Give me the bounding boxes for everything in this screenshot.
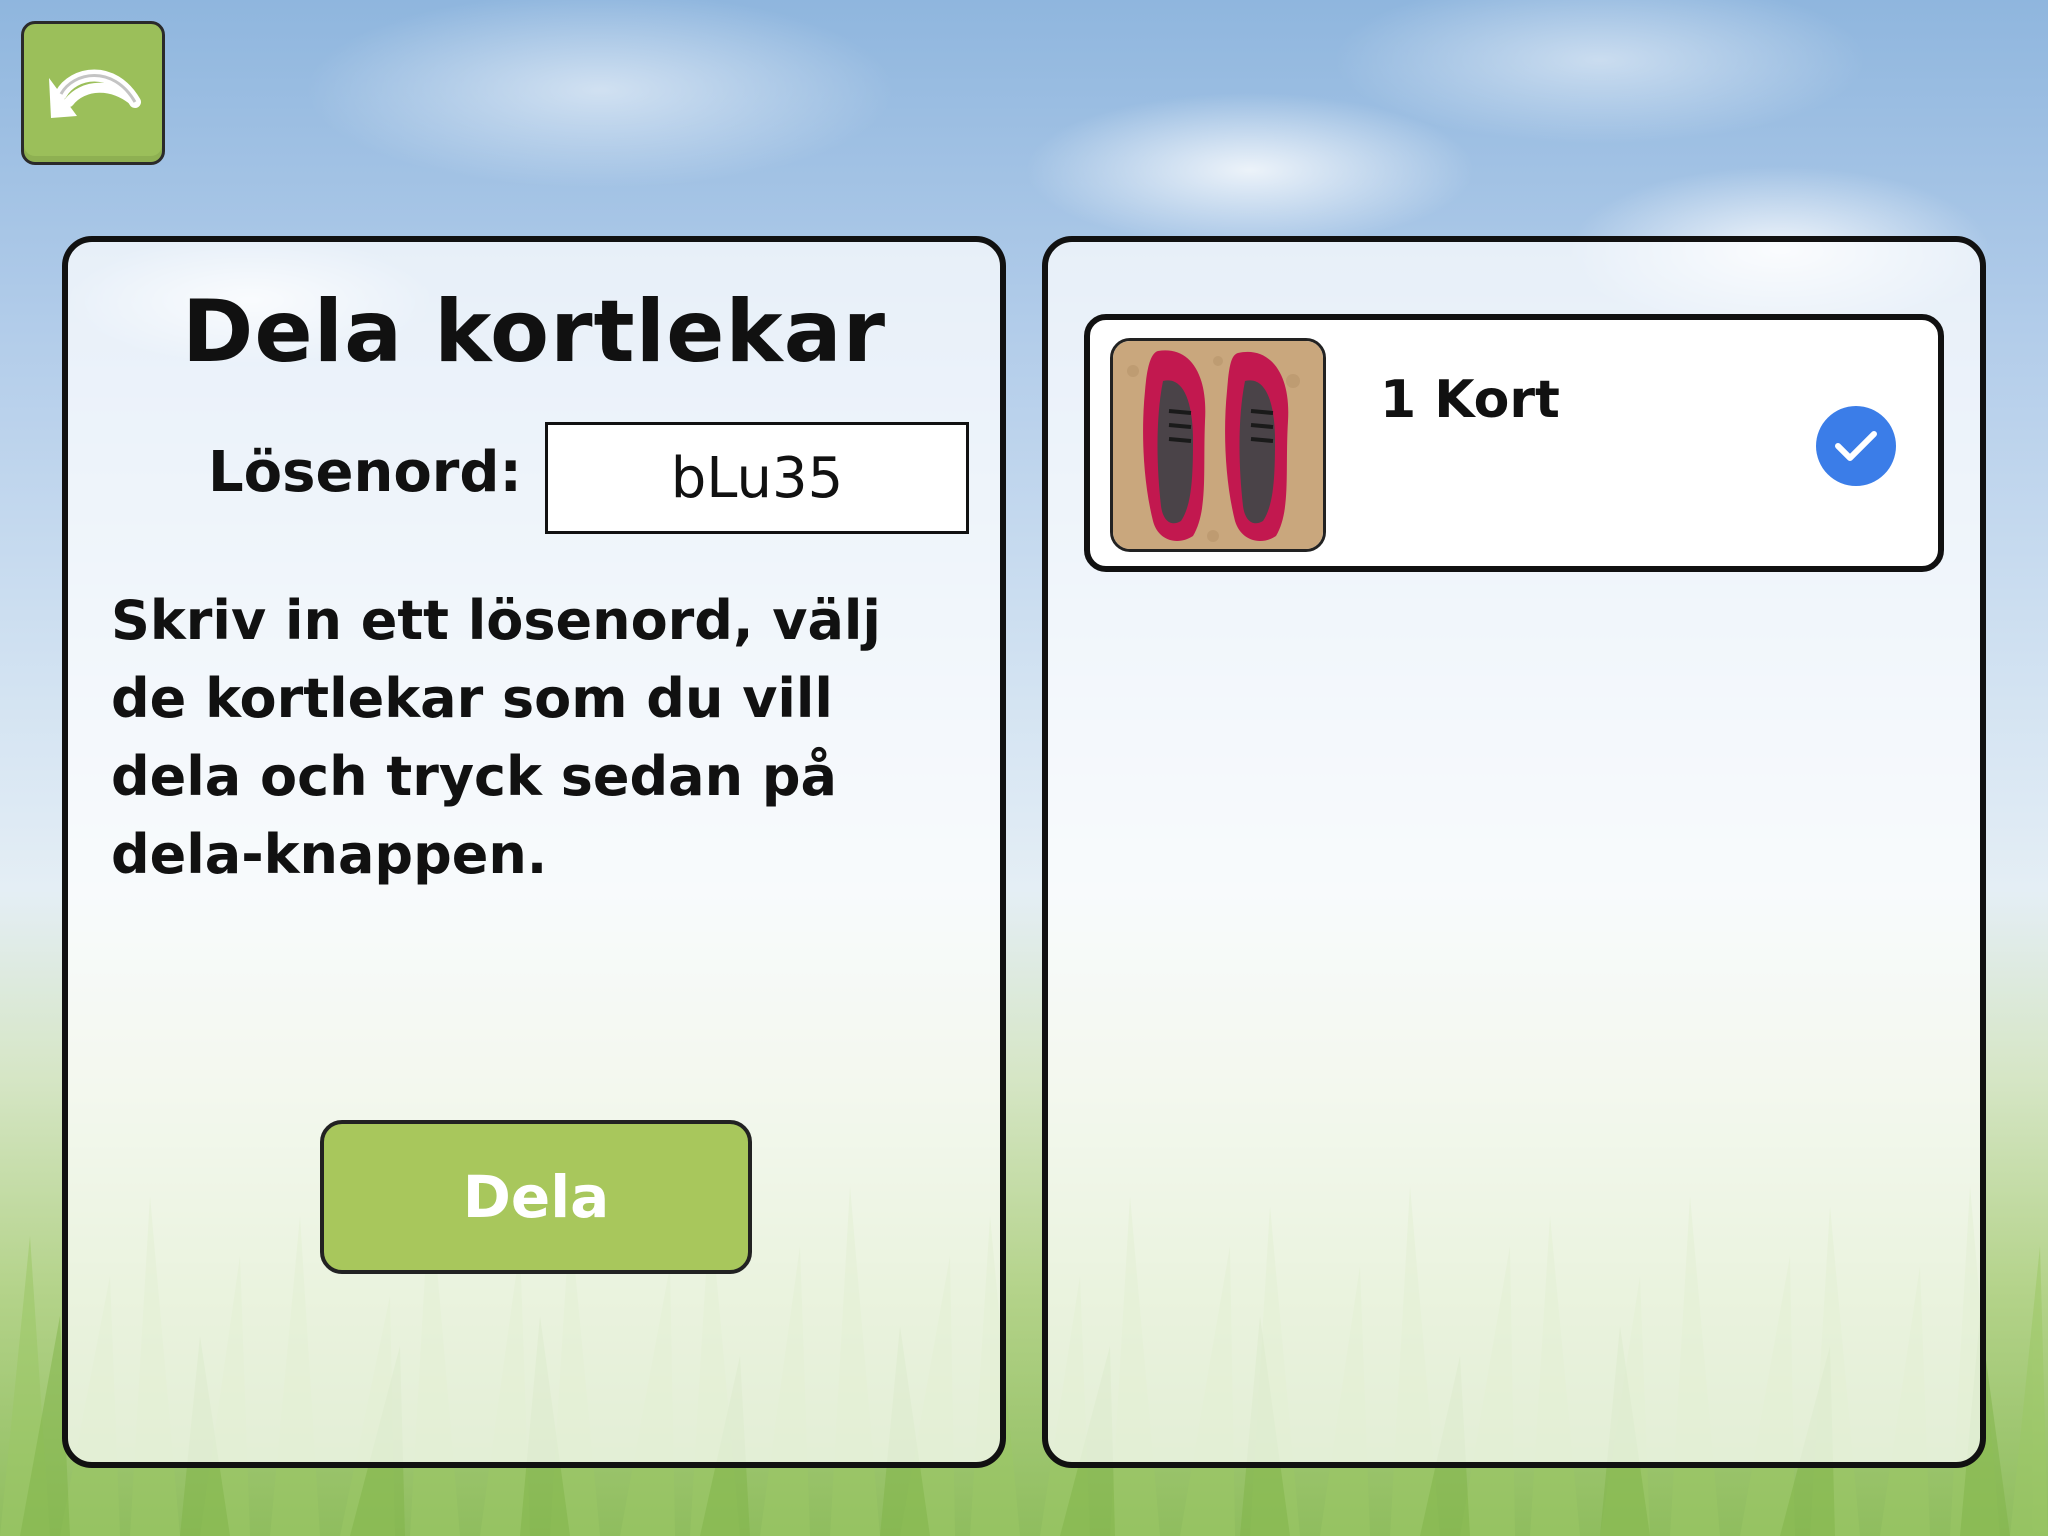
sneakers-photo-image xyxy=(1113,341,1323,549)
password-label: Lösenord: xyxy=(208,440,522,505)
instructions-text: Skriv in ett lösenord, välj de kortlekar… xyxy=(111,589,881,886)
share-button[interactable]: Dela xyxy=(320,1120,752,1274)
deck-list-item[interactable]: 1 Kort xyxy=(1084,314,1944,572)
page-title: Dela kortlekar xyxy=(181,282,887,382)
share-panel: Dela kortlekar Lösenord: Skriv in ett lö… xyxy=(62,236,1006,1468)
deck-list-panel: 1 Kort xyxy=(1042,236,1986,1468)
back-button[interactable] xyxy=(21,21,165,165)
undo-arrow-icon xyxy=(49,69,141,118)
password-input[interactable] xyxy=(545,422,969,534)
selected-check-icon[interactable] xyxy=(1816,406,1896,486)
deck-card-count: 1 Kort xyxy=(1380,370,1560,430)
deck-thumbnail xyxy=(1110,338,1326,552)
